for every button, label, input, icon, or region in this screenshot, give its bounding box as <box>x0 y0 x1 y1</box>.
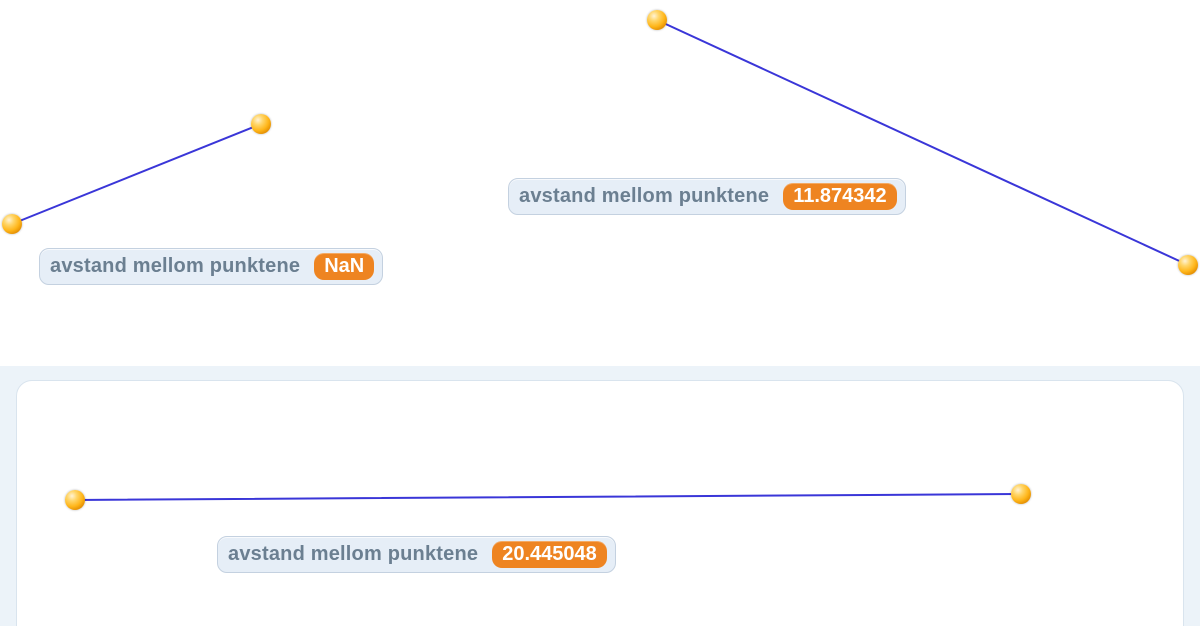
point-seg3-a[interactable] <box>65 490 85 510</box>
line-seg1 <box>12 124 261 224</box>
watcher-value: 11.874342 <box>783 183 896 210</box>
point-seg2-b[interactable] <box>1178 255 1198 275</box>
point-seg3-b[interactable] <box>1011 484 1031 504</box>
watcher-label: avstand mellom punktene <box>50 255 300 278</box>
point-seg2-a[interactable] <box>647 10 667 30</box>
watcher-seg3[interactable]: avstand mellom punktene 20.445048 <box>217 536 616 573</box>
watcher-seg1[interactable]: avstand mellom punktene NaN <box>39 248 383 285</box>
watcher-value: 20.445048 <box>492 541 607 568</box>
point-seg1-b[interactable] <box>251 114 271 134</box>
line-seg2 <box>657 20 1188 265</box>
stage: avstand mellom punktene NaN avstand mell… <box>0 0 1200 626</box>
bottom-card <box>16 380 1184 626</box>
watcher-seg2[interactable]: avstand mellom punktene 11.874342 <box>508 178 906 215</box>
point-seg1-a[interactable] <box>2 214 22 234</box>
watcher-label: avstand mellom punktene <box>519 185 769 208</box>
watcher-label: avstand mellom punktene <box>228 543 478 566</box>
watcher-value: NaN <box>314 253 374 280</box>
